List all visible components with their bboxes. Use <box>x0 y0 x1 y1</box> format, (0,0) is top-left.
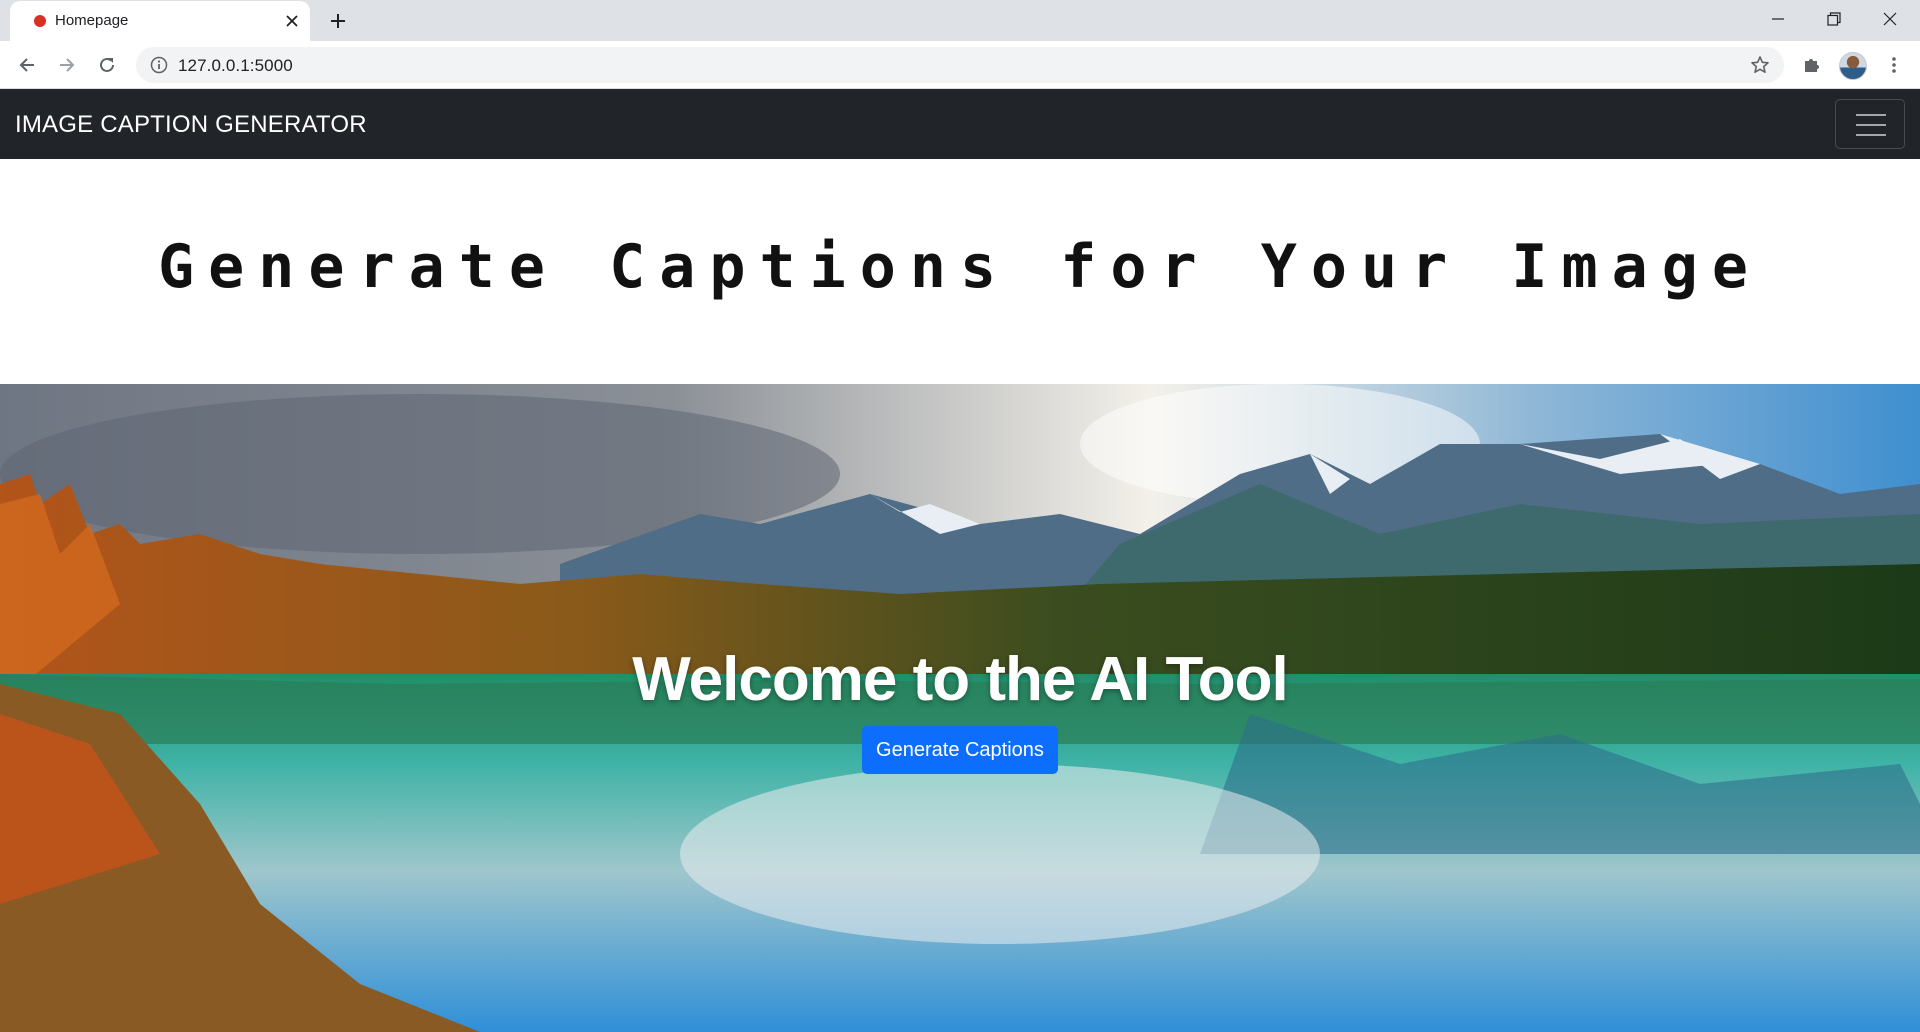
address-bar[interactable]: 127.0.0.1:5000 <box>136 47 1784 83</box>
browser-tab[interactable]: Homepage <box>10 1 310 41</box>
hero-section: Welcome to the AI Tool Generate Captions <box>0 384 1920 1032</box>
tab-title: Homepage <box>55 12 129 29</box>
page-heading: Generate Captions for Your Image <box>158 232 1762 302</box>
tab-favicon-icon <box>34 15 46 27</box>
puzzle-icon[interactable] <box>1796 49 1828 81</box>
close-window-icon[interactable] <box>1862 0 1918 38</box>
restore-icon[interactable] <box>1806 0 1862 38</box>
browser-toolbar: 127.0.0.1:5000 <box>0 41 1920 89</box>
kebab-icon[interactable] <box>1878 49 1910 81</box>
arrow-left-icon[interactable] <box>11 49 43 81</box>
site-navbar: IMAGE CAPTION GENERATOR <box>0 89 1920 159</box>
star-icon[interactable] <box>1748 53 1772 77</box>
hamburger-menu-icon[interactable] <box>1835 99 1905 149</box>
close-tab-icon[interactable] <box>280 9 304 33</box>
minimize-icon[interactable] <box>1750 0 1806 38</box>
navbar-brand[interactable]: IMAGE CAPTION GENERATOR <box>15 111 367 139</box>
profile-avatar[interactable] <box>1839 52 1867 80</box>
url-text: 127.0.0.1:5000 <box>178 56 293 75</box>
new-tab-icon[interactable] <box>325 8 351 34</box>
generate-captions-button[interactable]: Generate Captions <box>862 726 1058 774</box>
hero-title: Welcome to the AI Tool <box>632 645 1288 714</box>
reload-icon[interactable] <box>91 49 123 81</box>
browser-tabstrip: Homepage <box>0 0 1920 41</box>
info-icon[interactable] <box>150 56 168 74</box>
arrow-right-icon[interactable] <box>51 49 83 81</box>
